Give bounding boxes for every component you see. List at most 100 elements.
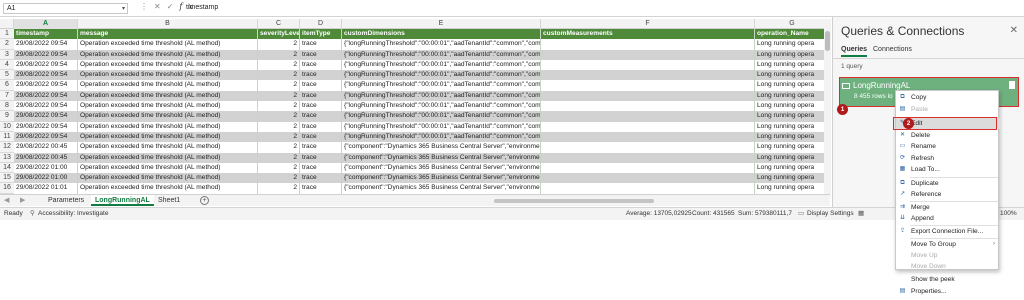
table-cell[interactable]: 2 [258,173,300,184]
table-cell[interactable]: trace [300,162,342,174]
row-number[interactable]: 9 [0,111,14,122]
table-cell[interactable]: Operation exceeded time threshold (AL me… [78,162,258,174]
menu-item-refresh[interactable]: ⟳ Refresh [896,153,1000,164]
column-header-c[interactable]: C [258,19,300,29]
table-cell[interactable]: trace [300,173,342,184]
table-cell[interactable]: 29/08/2022 09:54 [14,121,78,132]
table-cell[interactable]: {"longRunningThreshold":"00:00:01","aadT… [342,101,541,112]
enter-icon[interactable]: ✓ [167,2,180,11]
table-cell[interactable]: 2 [258,59,300,71]
menu-item-merge[interactable]: ⇉ Merge [896,202,1000,213]
column-header-e[interactable]: E [342,19,541,29]
menu-item-load-to[interactable]: ▦ Load To... [896,164,1000,175]
table-cell[interactable]: {"longRunningThreshold":"00:00:01","aadT… [342,80,541,91]
table-cell[interactable]: {"longRunningThreshold":"00:00:01","aadT… [342,39,541,50]
tab-sheet1[interactable]: Sheet1 [154,195,184,206]
table-header-cell[interactable]: message [78,29,258,40]
row-number[interactable]: 16 [0,183,14,194]
menu-item-show-the-peek[interactable]: Show the peek [896,274,1000,285]
table-cell[interactable] [541,142,755,153]
table-cell[interactable]: 29/08/2022 09:54 [14,111,78,122]
menu-item-reference[interactable]: ↗ Reference [896,189,1000,200]
formula-input[interactable]: timestamp [186,4,218,11]
column-header-b[interactable]: B [78,19,258,29]
add-sheet-icon[interactable]: + [200,196,209,205]
row-number[interactable]: 2 [0,39,14,50]
table-cell[interactable]: Long running opera [755,39,830,50]
table-cell[interactable]: 29/08/2022 01:01 [14,183,78,194]
table-cell[interactable]: {"longRunningThreshold":"00:00:01","aadT… [342,131,541,143]
table-cell[interactable] [541,70,755,81]
display-settings[interactable]: Display Settings [807,208,854,220]
row-number[interactable]: 1 [0,29,14,40]
table-cell[interactable]: Operation exceeded time threshold (AL me… [78,121,258,132]
more-icon[interactable]: ⋮ [140,2,154,11]
menu-item-paste[interactable]: ▤ Paste [896,104,1000,115]
table-cell[interactable]: Long running opera [755,111,830,122]
row-number[interactable]: 11 [0,131,14,143]
table-cell[interactable] [541,152,755,163]
table-cell[interactable]: 2 [258,162,300,174]
menu-item-move-up[interactable]: Move Up [896,250,1000,261]
table-cell[interactable]: {"component":"Dynamics 365 Business Cent… [342,173,541,184]
row-number[interactable]: 13 [0,152,14,163]
table-cell[interactable] [541,39,755,50]
table-cell[interactable]: Operation exceeded time threshold (AL me… [78,111,258,122]
normal-view-icon[interactable]: ▦ [858,208,864,220]
table-cell[interactable]: {"longRunningThreshold":"00:00:01","aadT… [342,90,541,102]
table-cell[interactable]: 2 [258,183,300,194]
table-cell[interactable]: trace [300,80,342,91]
table-header-cell[interactable]: itemType [300,29,342,40]
table-cell[interactable]: Long running opera [755,173,830,184]
table-cell[interactable]: trace [300,59,342,71]
table-cell[interactable]: 29/08/2022 09:54 [14,39,78,50]
tab-prev-icon[interactable]: ◀ [4,196,9,204]
table-cell[interactable]: {"longRunningThreshold":"00:00:01","aadT… [342,111,541,122]
scroll-thumb[interactable] [825,31,830,51]
table-cell[interactable]: 2 [258,142,300,153]
table-cell[interactable]: 2 [258,49,300,60]
table-cell[interactable]: 2 [258,131,300,143]
column-header-g[interactable]: G [755,19,830,29]
column-header-a[interactable]: A [14,19,78,29]
menu-item-copy[interactable]: ⧉ Copy [896,92,1000,103]
menu-item-properties[interactable]: ▤ Properties... [896,286,1000,297]
table-cell[interactable]: 29/08/2022 09:54 [14,131,78,143]
column-header-d[interactable]: D [300,19,342,29]
row-number[interactable]: 14 [0,162,14,174]
tab-longrunningal[interactable]: LongRunningAL [91,195,154,206]
table-cell[interactable]: Long running opera [755,152,830,163]
table-cell[interactable]: Long running opera [755,70,830,81]
table-header-cell[interactable]: severityLevel [258,29,300,40]
table-cell[interactable]: Long running opera [755,131,830,143]
menu-item-export-connection-file[interactable]: ⇪ Export Connection File... [896,226,1000,237]
vertical-scrollbar[interactable] [824,19,831,197]
table-cell[interactable]: 29/08/2022 09:54 [14,80,78,91]
table-cell[interactable]: Operation exceeded time threshold (AL me… [78,131,258,143]
table-cell[interactable]: trace [300,111,342,122]
table-cell[interactable]: 2 [258,111,300,122]
table-cell[interactable]: Operation exceeded time threshold (AL me… [78,173,258,184]
menu-item-move-to-group[interactable]: Move To Group › [896,239,1000,250]
table-cell[interactable]: Long running opera [755,101,830,112]
menu-item-move-down[interactable]: Move Down [896,261,1000,272]
table-cell[interactable]: {"longRunningThreshold":"00:00:01","aadT… [342,49,541,60]
table-cell[interactable]: Operation exceeded time threshold (AL me… [78,152,258,163]
tab-next-icon[interactable]: ▶ [20,196,25,204]
table-cell[interactable]: trace [300,152,342,163]
table-cell[interactable]: 2 [258,80,300,91]
table-cell[interactable]: Operation exceeded time threshold (AL me… [78,90,258,102]
tab-parameters[interactable]: Parameters [44,195,88,206]
horizontal-scrollbar[interactable] [470,198,820,204]
table-cell[interactable]: 29/08/2022 00:45 [14,142,78,153]
table-cell[interactable] [541,49,755,60]
table-cell[interactable]: Operation exceeded time threshold (AL me… [78,142,258,153]
table-cell[interactable]: {"component":"Dynamics 365 Business Cent… [342,183,541,194]
table-cell[interactable]: trace [300,142,342,153]
close-icon[interactable]: ✕ [1010,25,1018,36]
table-header-cell[interactable]: timestamp [14,29,78,40]
table-cell[interactable]: 29/08/2022 01:00 [14,173,78,184]
menu-item-rename[interactable]: ▭ Rename [896,141,1000,152]
menu-item-append[interactable]: ⇊ Append [896,213,1000,224]
table-cell[interactable]: trace [300,49,342,60]
